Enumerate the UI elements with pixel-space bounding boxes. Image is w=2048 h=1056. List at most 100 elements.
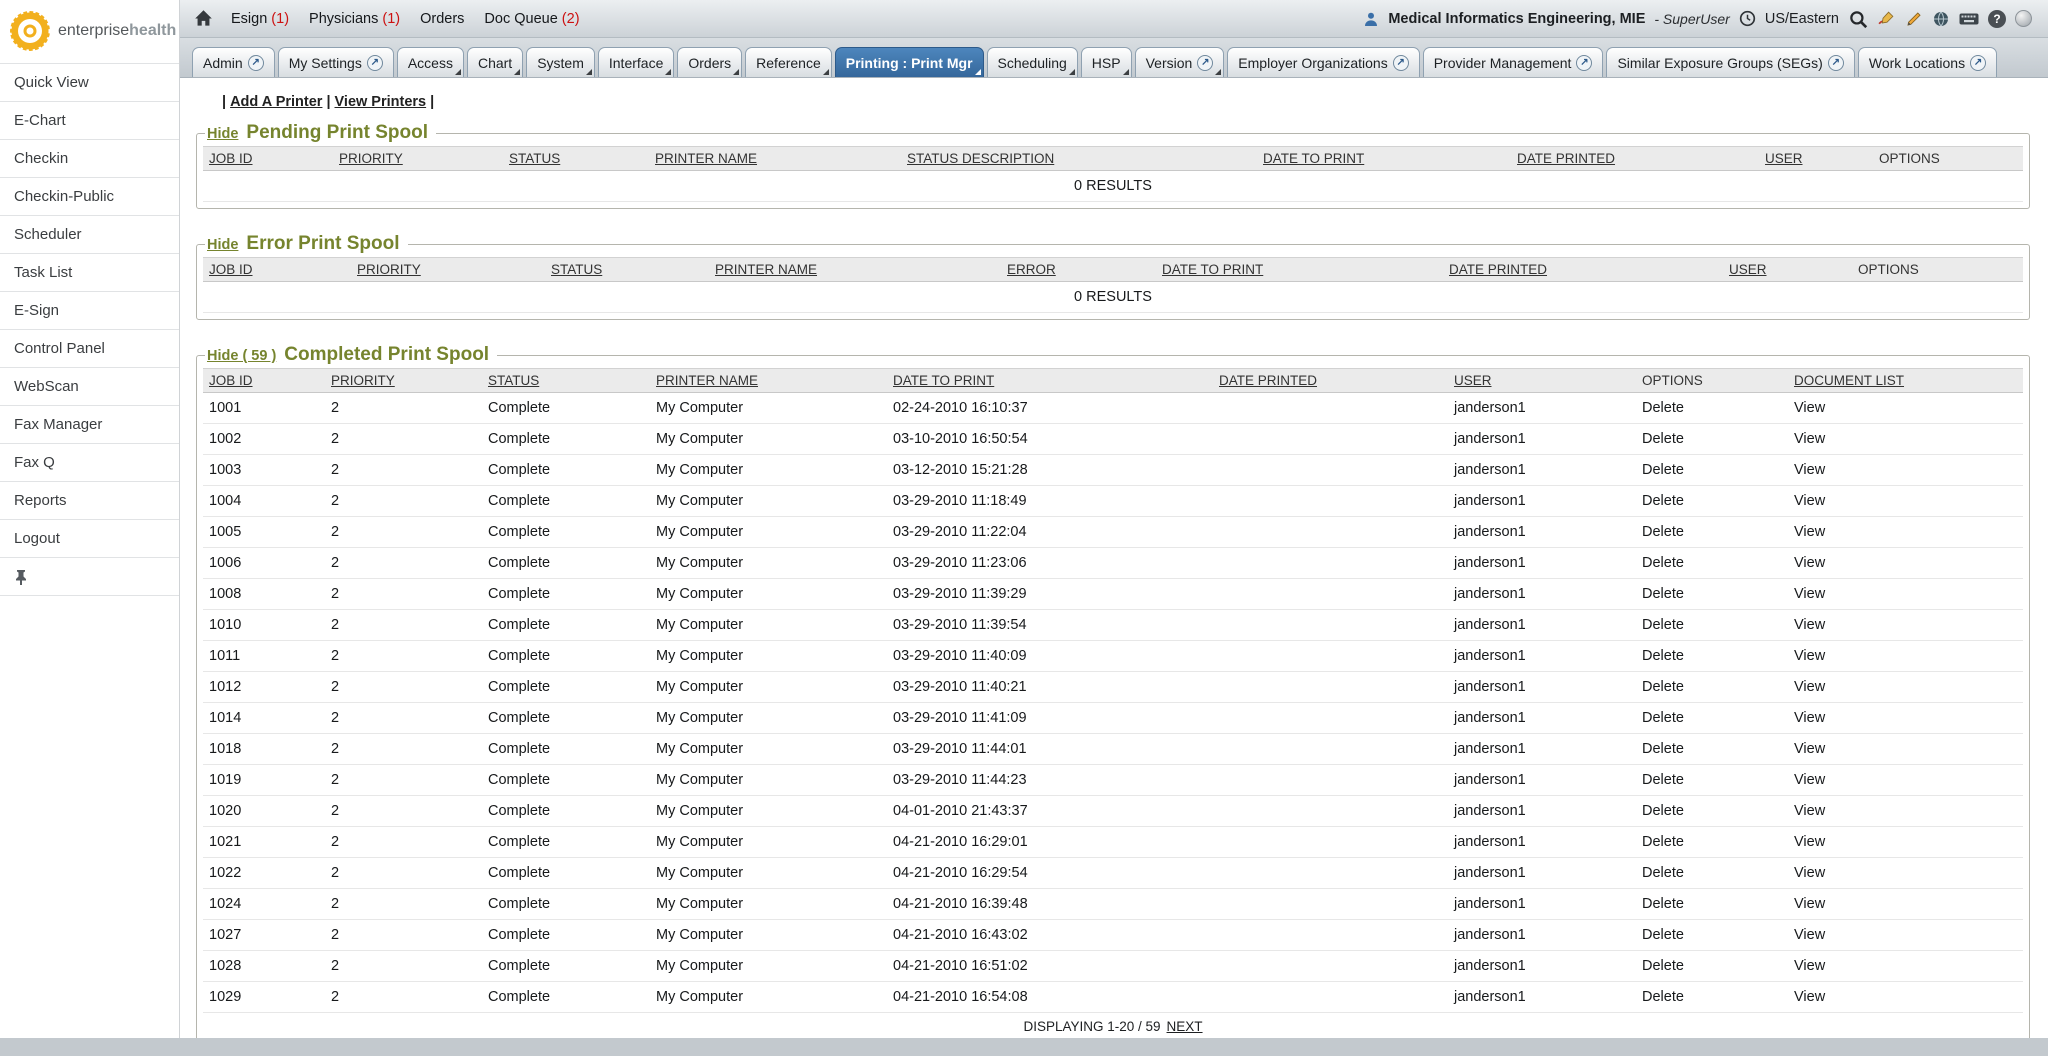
view-link[interactable]: View — [1794, 834, 1825, 850]
sidebar-item-fax-manager[interactable]: Fax Manager — [0, 406, 179, 444]
tab-interface[interactable]: Interface — [598, 47, 674, 77]
delete-link[interactable]: Delete — [1642, 803, 1684, 819]
next-page-link[interactable]: NEXT — [1167, 1019, 1203, 1034]
column-header-priority[interactable]: PRIORITY — [331, 373, 395, 388]
delete-link[interactable]: Delete — [1642, 493, 1684, 509]
sidebar-item-checkin[interactable]: Checkin — [0, 140, 179, 178]
column-header-status[interactable]: STATUS — [509, 151, 560, 166]
delete-link[interactable]: Delete — [1642, 617, 1684, 633]
tab-similar-exposure-groups-segs[interactable]: Similar Exposure Groups (SEGs)↗ — [1606, 47, 1854, 77]
delete-link[interactable]: Delete — [1642, 772, 1684, 788]
column-header-job-id[interactable]: JOB ID — [209, 373, 253, 388]
column-header-status[interactable]: STATUS — [488, 373, 539, 388]
delete-link[interactable]: Delete — [1642, 834, 1684, 850]
open-new-window-icon[interactable]: ↗ — [367, 55, 383, 71]
view-printers-link[interactable]: View Printers — [335, 94, 427, 110]
delete-link[interactable]: Delete — [1642, 710, 1684, 726]
open-new-window-icon[interactable]: ↗ — [1970, 55, 1986, 71]
sidebar-item-webscan[interactable]: WebScan — [0, 368, 179, 406]
tab-hsp[interactable]: HSP — [1081, 47, 1132, 77]
topbar-link-esign[interactable]: Esign (1) — [231, 11, 289, 27]
tab-my-settings[interactable]: My Settings↗ — [278, 47, 394, 77]
open-new-window-icon[interactable]: ↗ — [1828, 55, 1844, 71]
tab-version[interactable]: Version↗ — [1135, 47, 1225, 77]
delete-link[interactable]: Delete — [1642, 555, 1684, 571]
view-link[interactable]: View — [1794, 400, 1825, 416]
sidebar-item-control-panel[interactable]: Control Panel — [0, 330, 179, 368]
column-header-priority[interactable]: PRIORITY — [339, 151, 403, 166]
tab-system[interactable]: System — [526, 47, 595, 77]
tab-reference[interactable]: Reference — [745, 47, 832, 77]
view-link[interactable]: View — [1794, 803, 1825, 819]
tab-provider-management[interactable]: Provider Management↗ — [1423, 47, 1604, 77]
add-a-printer-link[interactable]: Add A Printer — [230, 94, 322, 110]
open-new-window-icon[interactable]: ↗ — [248, 55, 264, 71]
tab-chart[interactable]: Chart — [467, 47, 523, 77]
column-header-date-printed[interactable]: DATE PRINTED — [1219, 373, 1317, 388]
delete-link[interactable]: Delete — [1642, 524, 1684, 540]
open-new-window-icon[interactable]: ↗ — [1197, 55, 1213, 71]
view-link[interactable]: View — [1794, 958, 1825, 974]
topbar-link-doc-queue[interactable]: Doc Queue (2) — [484, 11, 579, 27]
view-link[interactable]: View — [1794, 648, 1825, 664]
pushpin-icon[interactable] — [14, 569, 28, 585]
column-header-date-printed[interactable]: DATE PRINTED — [1449, 262, 1547, 277]
column-header-status[interactable]: STATUS — [551, 262, 602, 277]
delete-link[interactable]: Delete — [1642, 896, 1684, 912]
column-header-job-id[interactable]: JOB ID — [209, 151, 253, 166]
view-link[interactable]: View — [1794, 617, 1825, 633]
column-header-document-list[interactable]: DOCUMENT LIST — [1794, 373, 1904, 388]
topbar-link-physicians[interactable]: Physicians (1) — [309, 11, 400, 27]
column-header-date-printed[interactable]: DATE PRINTED — [1517, 151, 1615, 166]
delete-link[interactable]: Delete — [1642, 927, 1684, 943]
view-link[interactable]: View — [1794, 524, 1825, 540]
column-header-printer-name[interactable]: PRINTER NAME — [715, 262, 817, 277]
hide-completed-link[interactable]: Hide ( 59 ) — [207, 348, 276, 364]
delete-link[interactable]: Delete — [1642, 741, 1684, 757]
view-link[interactable]: View — [1794, 865, 1825, 881]
hide-error-link[interactable]: Hide — [207, 237, 238, 253]
open-new-window-icon[interactable]: ↗ — [1393, 55, 1409, 71]
view-link[interactable]: View — [1794, 493, 1825, 509]
view-link[interactable]: View — [1794, 896, 1825, 912]
column-header-priority[interactable]: PRIORITY — [357, 262, 421, 277]
delete-link[interactable]: Delete — [1642, 400, 1684, 416]
delete-link[interactable]: Delete — [1642, 989, 1684, 1005]
topbar-link-orders[interactable]: Orders — [420, 11, 464, 27]
column-header-error[interactable]: ERROR — [1007, 262, 1056, 277]
view-link[interactable]: View — [1794, 586, 1825, 602]
column-header-printer-name[interactable]: PRINTER NAME — [656, 373, 758, 388]
sidebar-item-e-chart[interactable]: E-Chart — [0, 102, 179, 140]
tab-employer-organizations[interactable]: Employer Organizations↗ — [1227, 47, 1419, 77]
clock-icon[interactable] — [1739, 10, 1756, 27]
column-header-date-to-print[interactable]: DATE TO PRINT — [1162, 262, 1263, 277]
home-icon[interactable] — [194, 9, 213, 28]
view-link[interactable]: View — [1794, 555, 1825, 571]
column-header-status-description[interactable]: STATUS DESCRIPTION — [907, 151, 1054, 166]
delete-link[interactable]: Delete — [1642, 431, 1684, 447]
view-link[interactable]: View — [1794, 710, 1825, 726]
sidebar-item-logout[interactable]: Logout — [0, 520, 179, 558]
column-header-date-to-print[interactable]: DATE TO PRINT — [1263, 151, 1364, 166]
view-link[interactable]: View — [1794, 462, 1825, 478]
delete-link[interactable]: Delete — [1642, 679, 1684, 695]
delete-link[interactable]: Delete — [1642, 586, 1684, 602]
sidebar-item-checkin-public[interactable]: Checkin-Public — [0, 178, 179, 216]
sidebar-item-reports[interactable]: Reports — [0, 482, 179, 520]
signature-icon[interactable] — [1877, 9, 1896, 28]
column-header-user[interactable]: USER — [1729, 262, 1767, 277]
tab-admin[interactable]: Admin↗ — [192, 47, 275, 77]
column-header-user[interactable]: USER — [1454, 373, 1492, 388]
search-icon[interactable] — [1848, 9, 1868, 29]
view-link[interactable]: View — [1794, 927, 1825, 943]
delete-link[interactable]: Delete — [1642, 958, 1684, 974]
view-link[interactable]: View — [1794, 741, 1825, 757]
column-header-job-id[interactable]: JOB ID — [209, 262, 253, 277]
view-link[interactable]: View — [1794, 679, 1825, 695]
view-link[interactable]: View — [1794, 989, 1825, 1005]
tab-printing-print-mgr[interactable]: Printing : Print Mgr — [835, 47, 984, 77]
view-link[interactable]: View — [1794, 772, 1825, 788]
pencil-icon[interactable] — [1905, 10, 1923, 28]
sidebar-item-quick-view[interactable]: Quick View — [0, 64, 179, 102]
keyboard-icon[interactable] — [1959, 12, 1979, 26]
